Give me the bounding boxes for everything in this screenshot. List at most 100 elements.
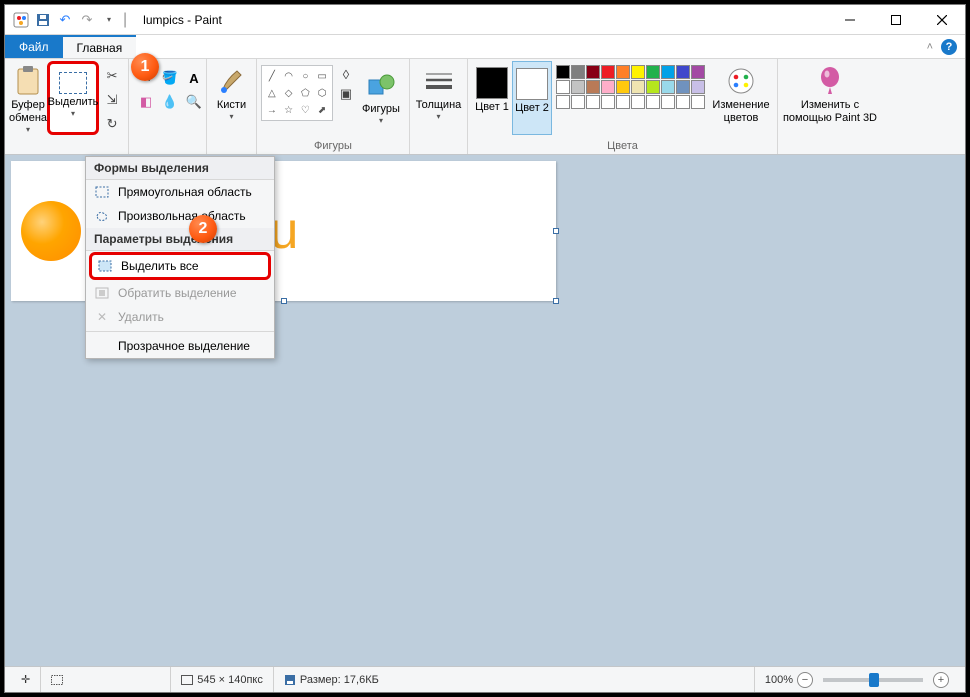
zoom-icon[interactable]: 🔍 — [183, 91, 205, 113]
clipboard-icon — [12, 65, 44, 97]
group-label: Цвета — [472, 140, 773, 154]
cursor-position: ✛ — [11, 667, 40, 692]
color2-button[interactable]: Цвет 2 — [512, 61, 552, 135]
edit-colors-button[interactable]: Изменение цветов — [709, 61, 773, 135]
color-swatch[interactable] — [586, 80, 600, 94]
color-swatch[interactable] — [631, 65, 645, 79]
freeform-icon — [94, 208, 110, 224]
statusbar: ✛ 545 × 140пкс Размер: 17,6КБ 100% − + — [5, 666, 965, 692]
palette-icon — [725, 65, 757, 97]
color1-swatch — [476, 67, 508, 99]
color-swatch[interactable] — [556, 95, 570, 109]
color-swatch[interactable] — [676, 65, 690, 79]
color-swatch[interactable] — [631, 95, 645, 109]
color-swatch[interactable] — [571, 80, 585, 94]
color-swatch[interactable] — [646, 95, 660, 109]
color-swatch[interactable] — [556, 80, 570, 94]
color-swatch[interactable] — [661, 80, 675, 94]
fill-icon[interactable]: 🪣 — [159, 67, 181, 89]
separator — [86, 331, 274, 332]
maximize-button[interactable] — [873, 5, 919, 35]
select-all-icon — [97, 258, 113, 274]
color1-button[interactable]: Цвет 1 — [472, 61, 512, 135]
color-swatch[interactable] — [571, 95, 585, 109]
minimize-button[interactable] — [827, 5, 873, 35]
thickness-button[interactable]: Толщина ▾ — [414, 61, 463, 135]
zoom-slider[interactable] — [823, 678, 923, 682]
text-icon[interactable]: A — [183, 67, 205, 89]
color-swatch[interactable] — [646, 80, 660, 94]
color-swatch[interactable] — [616, 65, 630, 79]
file-size: Размер: 17,6КБ — [273, 667, 389, 692]
menu-item-label: Удалить — [118, 310, 164, 324]
brushes-button[interactable]: Кисти ▾ — [211, 61, 252, 135]
menu-item-select-all[interactable]: Выделить все — [89, 252, 271, 280]
paint3d-button[interactable]: Изменить с помощью Paint 3D — [782, 61, 878, 135]
color-swatch[interactable] — [691, 95, 705, 109]
resize-handle-s[interactable] — [281, 298, 287, 304]
disk-icon — [284, 674, 296, 686]
shape-fill-icon[interactable]: ▣ — [335, 85, 357, 103]
select-dropdown: Формы выделения Прямоугольная область Пр… — [85, 156, 275, 359]
clipboard-button[interactable]: Буфер обмена ▾ — [9, 61, 47, 135]
chevron-down-icon: ▾ — [229, 112, 233, 121]
zoom-in-button[interactable]: + — [933, 672, 949, 688]
color-swatch[interactable] — [586, 65, 600, 79]
tab-home[interactable]: Главная — [63, 35, 137, 58]
help-icon[interactable]: ? — [941, 39, 957, 55]
chevron-down-icon: ▾ — [379, 116, 383, 125]
dropdown-section-header: Параметры выделения — [86, 228, 274, 251]
color-swatch[interactable] — [601, 65, 615, 79]
color-swatch[interactable] — [601, 95, 615, 109]
color-swatch[interactable] — [646, 65, 660, 79]
color-swatch[interactable] — [661, 95, 675, 109]
zoom-thumb[interactable] — [869, 673, 879, 687]
color-swatch[interactable] — [616, 95, 630, 109]
color-swatch[interactable] — [691, 65, 705, 79]
rotate-icon[interactable]: ↻ — [101, 113, 123, 135]
zoom-controls: 100% − + — [754, 667, 959, 692]
color-swatch[interactable] — [556, 65, 570, 79]
group-label: Фигуры — [261, 140, 405, 154]
shapes-gallery[interactable]: ╱◠○▭ △◇⬠⬡ →☆♡⬈ — [261, 65, 333, 121]
color-swatch[interactable] — [691, 80, 705, 94]
logo-icon — [21, 201, 81, 261]
eraser-icon[interactable]: ◧ — [135, 91, 157, 113]
resize-icon[interactable]: ⇲ — [101, 89, 123, 111]
window-title: lumpics - Paint — [143, 13, 222, 27]
color-swatch[interactable] — [571, 65, 585, 79]
window-controls — [827, 5, 965, 35]
shape-outline-icon[interactable]: ◊ — [335, 65, 357, 83]
menu-item-transparent[interactable]: Прозрачное выделение — [86, 334, 274, 358]
color-swatch[interactable] — [661, 65, 675, 79]
rect-select-icon — [94, 184, 110, 200]
color-swatch[interactable] — [676, 95, 690, 109]
picker-icon[interactable]: 💧 — [159, 91, 181, 113]
zoom-out-button[interactable]: − — [797, 672, 813, 688]
close-button[interactable] — [919, 5, 965, 35]
undo-icon[interactable]: ↶ — [55, 10, 75, 30]
color-swatch[interactable] — [601, 80, 615, 94]
resize-handle-se[interactable] — [553, 298, 559, 304]
redo-icon[interactable]: ↷ — [77, 10, 97, 30]
color-swatch[interactable] — [616, 80, 630, 94]
titlebar: ↶ ↷ ▾ | lumpics - Paint — [5, 5, 965, 35]
ribbon-collapse-icon[interactable]: ˄ — [927, 41, 933, 53]
crop-icon[interactable]: ✂ — [101, 65, 123, 87]
tab-file[interactable]: Файл — [5, 35, 63, 58]
select-button[interactable]: Выделить ▾ — [47, 61, 99, 135]
color-swatch[interactable] — [676, 80, 690, 94]
callout-badge-1: 1 — [131, 53, 159, 81]
shapes-button[interactable]: Фигуры ▾ — [357, 65, 405, 139]
color-swatch[interactable] — [586, 95, 600, 109]
color-swatch[interactable] — [631, 80, 645, 94]
save-icon[interactable] — [33, 10, 53, 30]
qat-dropdown-icon[interactable]: ▾ — [99, 10, 119, 30]
color2-swatch — [516, 68, 548, 100]
select-label: Выделить — [48, 96, 99, 109]
resize-handle-e[interactable] — [553, 228, 559, 234]
menu-item-rect-selection[interactable]: Прямоугольная область — [86, 180, 274, 204]
menu-item-free-selection[interactable]: Произвольная область — [86, 204, 274, 228]
dropdown-section-header: Формы выделения — [86, 157, 274, 180]
shapes-side: ◊ ▣ — [335, 65, 357, 103]
